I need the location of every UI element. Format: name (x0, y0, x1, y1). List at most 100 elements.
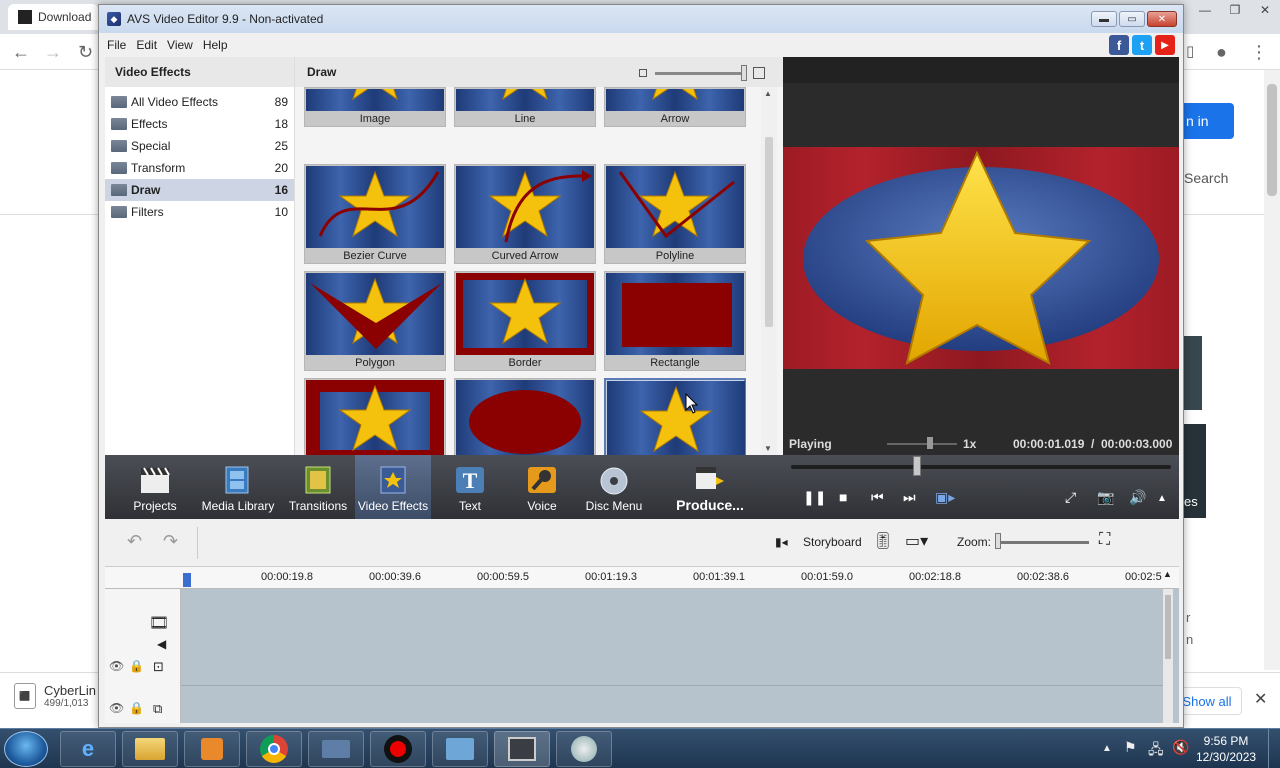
effect-tile[interactable]: Rectangle (604, 271, 746, 371)
tool-voice[interactable]: Voice (517, 455, 567, 519)
effect-tile[interactable]: Bezier Curve (304, 164, 446, 264)
system-clock[interactable]: 9:56 PM 12/30/2023 (1196, 733, 1256, 765)
thumbnail-size-slider[interactable] (639, 65, 765, 81)
fullscreen-icon[interactable]: ⤢ (1065, 489, 1076, 506)
effect-tile[interactable]: Line (454, 87, 596, 127)
category-draw[interactable]: Draw 16 (105, 179, 294, 201)
speed-knob[interactable] (927, 437, 933, 449)
taskbar-media[interactable] (184, 731, 240, 767)
taskbar-chrome[interactable] (246, 731, 302, 767)
tool-produce[interactable]: Produce... (671, 455, 749, 519)
stop-icon[interactable]: ■ (839, 489, 847, 505)
redo-icon[interactable]: ↷ (163, 531, 178, 552)
taskbar-recorder[interactable] (370, 731, 426, 767)
profile-icon[interactable]: ● (1216, 42, 1227, 63)
taskbar-avs[interactable] (494, 731, 550, 767)
playhead-marker[interactable] (183, 573, 191, 587)
restore-icon[interactable]: ❐ (1220, 0, 1250, 20)
maximize-icon[interactable]: ▭ (1119, 11, 1145, 27)
split-icon[interactable]: ▣▸ (935, 489, 955, 506)
minimize-icon[interactable]: — (1190, 0, 1220, 20)
gallery-scrollbar[interactable]: ▲ ▼ (761, 87, 777, 455)
menu-file[interactable]: File (107, 38, 126, 52)
tool-projects[interactable]: Projects (125, 455, 185, 519)
effect-tile[interactable]: Curved Arrow (454, 164, 596, 264)
sign-in-button[interactable]: n in (1184, 103, 1234, 139)
more-menu-icon[interactable]: ⋮ (1250, 42, 1268, 63)
tray-expand-icon[interactable]: ▲ (1102, 743, 1112, 754)
category-transform[interactable]: Transform 20 (105, 157, 294, 179)
twitter-icon[interactable]: t (1132, 35, 1152, 55)
zoom-slider[interactable] (997, 541, 1089, 544)
menu-edit[interactable]: Edit (136, 38, 157, 52)
back-arrow-icon[interactable]: ← (12, 42, 30, 63)
minimize-icon[interactable]: ▬ (1091, 11, 1117, 27)
seek-knob[interactable] (913, 456, 921, 476)
category-effects[interactable]: Effects 18 (105, 113, 294, 135)
snapshot-icon[interactable]: 📷 (1097, 489, 1114, 506)
effect-tile[interactable]: Polyline (604, 164, 746, 264)
menu-view[interactable]: View (167, 38, 193, 52)
volume-dropdown-icon[interactable]: ▲ (1157, 493, 1167, 504)
pause-icon[interactable]: ❚❚ (803, 489, 826, 506)
network-icon[interactable]: 🖧 (1148, 739, 1164, 763)
taskbar-ie[interactable]: e (60, 731, 116, 767)
display-icon[interactable]: ▭▾ (905, 531, 928, 551)
tool-text[interactable]: T Text (445, 455, 495, 519)
taskbar-explorer[interactable] (122, 731, 178, 767)
taskbar-keyboard[interactable] (308, 731, 364, 767)
volume-muted-icon[interactable]: 🔇 (1172, 739, 1189, 756)
effect-tile[interactable]: Polygon (304, 271, 446, 371)
effect-tile[interactable]: Arrow (604, 87, 746, 127)
browser-scrollbar[interactable] (1264, 70, 1280, 670)
eye-icon[interactable]: 👁 (109, 701, 124, 715)
seek-bar[interactable] (791, 465, 1171, 469)
slider-track[interactable] (655, 72, 745, 75)
scroll-up-icon[interactable]: ▲ (764, 89, 772, 98)
undo-icon[interactable]: ↶ (127, 531, 142, 552)
close-icon[interactable]: ✕ (1147, 11, 1177, 27)
previous-frame-icon[interactable]: ⏮ (871, 489, 884, 506)
browser-tab[interactable]: Download (8, 4, 98, 30)
scroll-thumb[interactable] (1267, 84, 1277, 196)
category-filters[interactable]: Filters 10 (105, 201, 294, 223)
menu-help[interactable]: Help (203, 38, 228, 52)
youtube-icon[interactable]: ▶ (1155, 35, 1175, 55)
scroll-down-icon[interactable]: ▼ (764, 444, 772, 453)
category-all[interactable]: All Video Effects 89 (105, 91, 294, 113)
tool-transitions[interactable]: Transitions (287, 455, 349, 519)
tool-media-library[interactable]: Media Library (201, 455, 275, 519)
tool-disc-menu[interactable]: Disc Menu (583, 455, 645, 519)
close-icon[interactable]: ✕ (1254, 689, 1267, 709)
speed-slider[interactable] (887, 443, 957, 445)
storyboard-button[interactable]: Storyboard (803, 535, 862, 549)
start-button[interactable] (4, 731, 48, 767)
slider-knob[interactable] (741, 65, 747, 81)
timeline-ruler[interactable]: 00:00:19.8 00:00:39.6 00:00:59.5 00:01:1… (105, 567, 1179, 589)
timeline-tracks[interactable]: 🎞 ◀ 👁 🔒 ⊡ 👁 🔒 ⧉ (105, 589, 1179, 723)
zoom-knob[interactable] (995, 533, 1001, 549)
taskbar-webcam[interactable] (556, 731, 612, 767)
close-icon[interactable]: ✕ (1250, 0, 1280, 20)
eye-icon[interactable]: 👁 (109, 659, 124, 673)
fit-to-window-icon[interactable]: ⛶ (1099, 531, 1110, 549)
audio-mixer-icon[interactable]: 🎚 (873, 531, 893, 551)
show-desktop-button[interactable] (1268, 729, 1280, 768)
category-special[interactable]: Special 25 (105, 135, 294, 157)
sidepanel-icon[interactable]: ▯ (1186, 42, 1194, 60)
mute-icon[interactable]: ◀ (157, 637, 166, 651)
lock-icon[interactable]: 🔒 (129, 659, 144, 673)
timeline-scrollbar[interactable] (1163, 589, 1173, 723)
taskbar-control-panel[interactable] (432, 731, 488, 767)
reload-icon[interactable]: ↻ (78, 42, 93, 63)
action-center-icon[interactable]: ⚑ (1124, 739, 1137, 756)
lock-icon[interactable]: 🔒 (129, 701, 144, 715)
tool-video-effects[interactable]: Video Effects (355, 455, 431, 519)
download-item[interactable]: ⬛ CyberLin 499/1,013 (14, 683, 96, 709)
scroll-up-icon[interactable]: ▲ (1163, 569, 1172, 579)
scroll-thumb[interactable] (765, 137, 773, 327)
effect-tile[interactable]: Border (454, 271, 596, 371)
forward-arrow-icon[interactable]: → (44, 42, 62, 63)
facebook-icon[interactable]: f (1109, 35, 1129, 55)
next-frame-icon[interactable]: ⏭ (903, 489, 916, 506)
